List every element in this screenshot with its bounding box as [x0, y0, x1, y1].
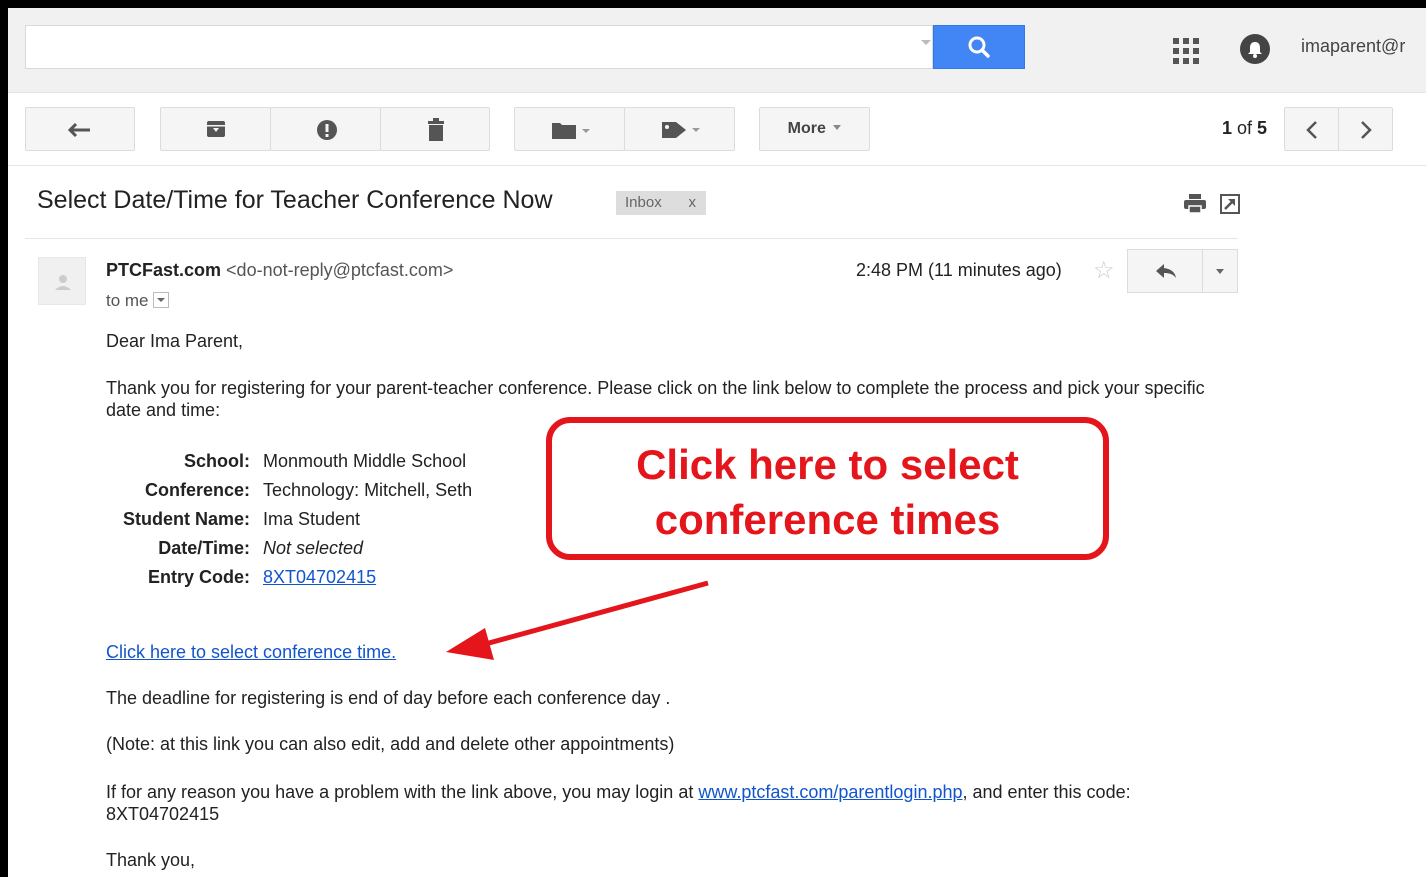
top-bar: imaparent@r [8, 8, 1426, 93]
folder-icon [552, 123, 590, 139]
message-toolbar: More 1 of 5 [8, 93, 1426, 166]
annotation-text: Click here to select conference times [552, 437, 1103, 547]
note-text: (Note: at this link you can also edit, a… [106, 734, 675, 754]
back-to-inbox-button[interactable] [25, 107, 135, 151]
reply-icon [1156, 264, 1176, 278]
star-icon[interactable]: ☆ [1093, 256, 1115, 285]
account-email[interactable]: imaparent@r [1301, 36, 1405, 57]
annotation-line: Click here to select [636, 441, 1019, 488]
annotation-line: conference times [654, 496, 1001, 543]
detail-value: Technology: Mitchell, Seth [263, 480, 473, 500]
detail-label: Student Name: [122, 509, 250, 529]
chevron-right-icon [1361, 121, 1372, 139]
delete-button[interactable] [380, 107, 490, 151]
notifications-bell-icon[interactable] [1240, 34, 1270, 64]
report-spam-icon [317, 120, 337, 140]
header-divider [25, 238, 1238, 239]
more-actions-button[interactable]: More [759, 107, 870, 151]
search-button[interactable] [933, 25, 1025, 69]
detail-label: Entry Code: [147, 567, 250, 587]
search-icon [968, 36, 990, 58]
trash-icon [428, 118, 444, 141]
pager-count: 1 of 5 [1222, 118, 1267, 139]
detail-label: Conference: [144, 480, 250, 500]
detail-value: Ima Student [263, 509, 361, 529]
label-name: Inbox [625, 194, 662, 211]
archive-icon [207, 121, 225, 137]
more-label: More [787, 120, 826, 137]
tag-icon [662, 122, 700, 138]
search-options-dropdown-icon[interactable] [921, 40, 931, 45]
archive-button[interactable] [160, 107, 271, 151]
detail-value: Monmouth Middle School [263, 451, 467, 471]
recipient-line: to me [106, 291, 169, 311]
show-details-button[interactable] [152, 292, 169, 308]
select-conference-time-link[interactable]: Click here to select conference time. [106, 642, 396, 663]
newer-button[interactable] [1284, 107, 1339, 151]
report-spam-button[interactable] [270, 107, 381, 151]
greeting: Dear Ima Parent, [106, 331, 244, 351]
older-button[interactable] [1338, 107, 1393, 151]
person-icon [55, 275, 71, 290]
labels-button[interactable] [624, 107, 735, 151]
intro-paragraph: Thank you for registering for your paren… [106, 378, 1205, 420]
pager-current: 1 [1222, 118, 1233, 138]
pager-separator: of [1232, 118, 1258, 138]
reply-button[interactable] [1127, 249, 1203, 293]
detail-label: Date/Time: [158, 538, 250, 558]
recipient: to me [106, 291, 149, 310]
chevron-left-icon [1306, 121, 1317, 139]
print-icon[interactable] [1183, 194, 1207, 214]
deadline-text: The deadline for registering is end of d… [106, 688, 671, 708]
email-subject: Select Date/Time for Teacher Conference … [37, 186, 553, 214]
open-in-new-window-icon[interactable] [1220, 194, 1240, 214]
remove-label-button[interactable]: x [689, 191, 697, 215]
sign-off: Thank you, [106, 850, 196, 870]
annotation-callout: Click here to select conference times [546, 417, 1109, 560]
problem-paragraph: If for any reason you have a problem wit… [106, 781, 1226, 825]
chevron-down-icon [833, 125, 842, 130]
sender-email: <do-not-reply@ptcfast.com> [226, 260, 454, 280]
sender-avatar [38, 257, 86, 305]
parent-login-link[interactable]: www.ptcfast.com/parentlogin.php [698, 782, 962, 802]
sender-name[interactable]: PTCFast.com [106, 260, 221, 280]
message-timestamp: 2:48 PM (11 minutes ago) [856, 260, 1062, 280]
more-reply-options-button[interactable] [1202, 249, 1238, 293]
entry-code-link[interactable]: 8XT04702415 [263, 567, 376, 588]
detail-label: School: [184, 451, 250, 471]
pager-total: 5 [1257, 118, 1268, 138]
chevron-down-icon [156, 298, 165, 302]
arrow-left-icon [67, 122, 90, 138]
problem-text: If for any reason you have a problem wit… [106, 782, 699, 802]
search-input[interactable] [25, 25, 933, 69]
move-to-button[interactable] [514, 107, 625, 151]
inbox-label-chip: Inbox x [616, 191, 706, 215]
chevron-down-icon [1216, 269, 1224, 274]
apps-grid-icon[interactable] [1173, 38, 1199, 64]
detail-value: Not selected [263, 538, 364, 558]
sender-line: PTCFast.com <do-not-reply@ptcfast.com> [106, 260, 453, 281]
